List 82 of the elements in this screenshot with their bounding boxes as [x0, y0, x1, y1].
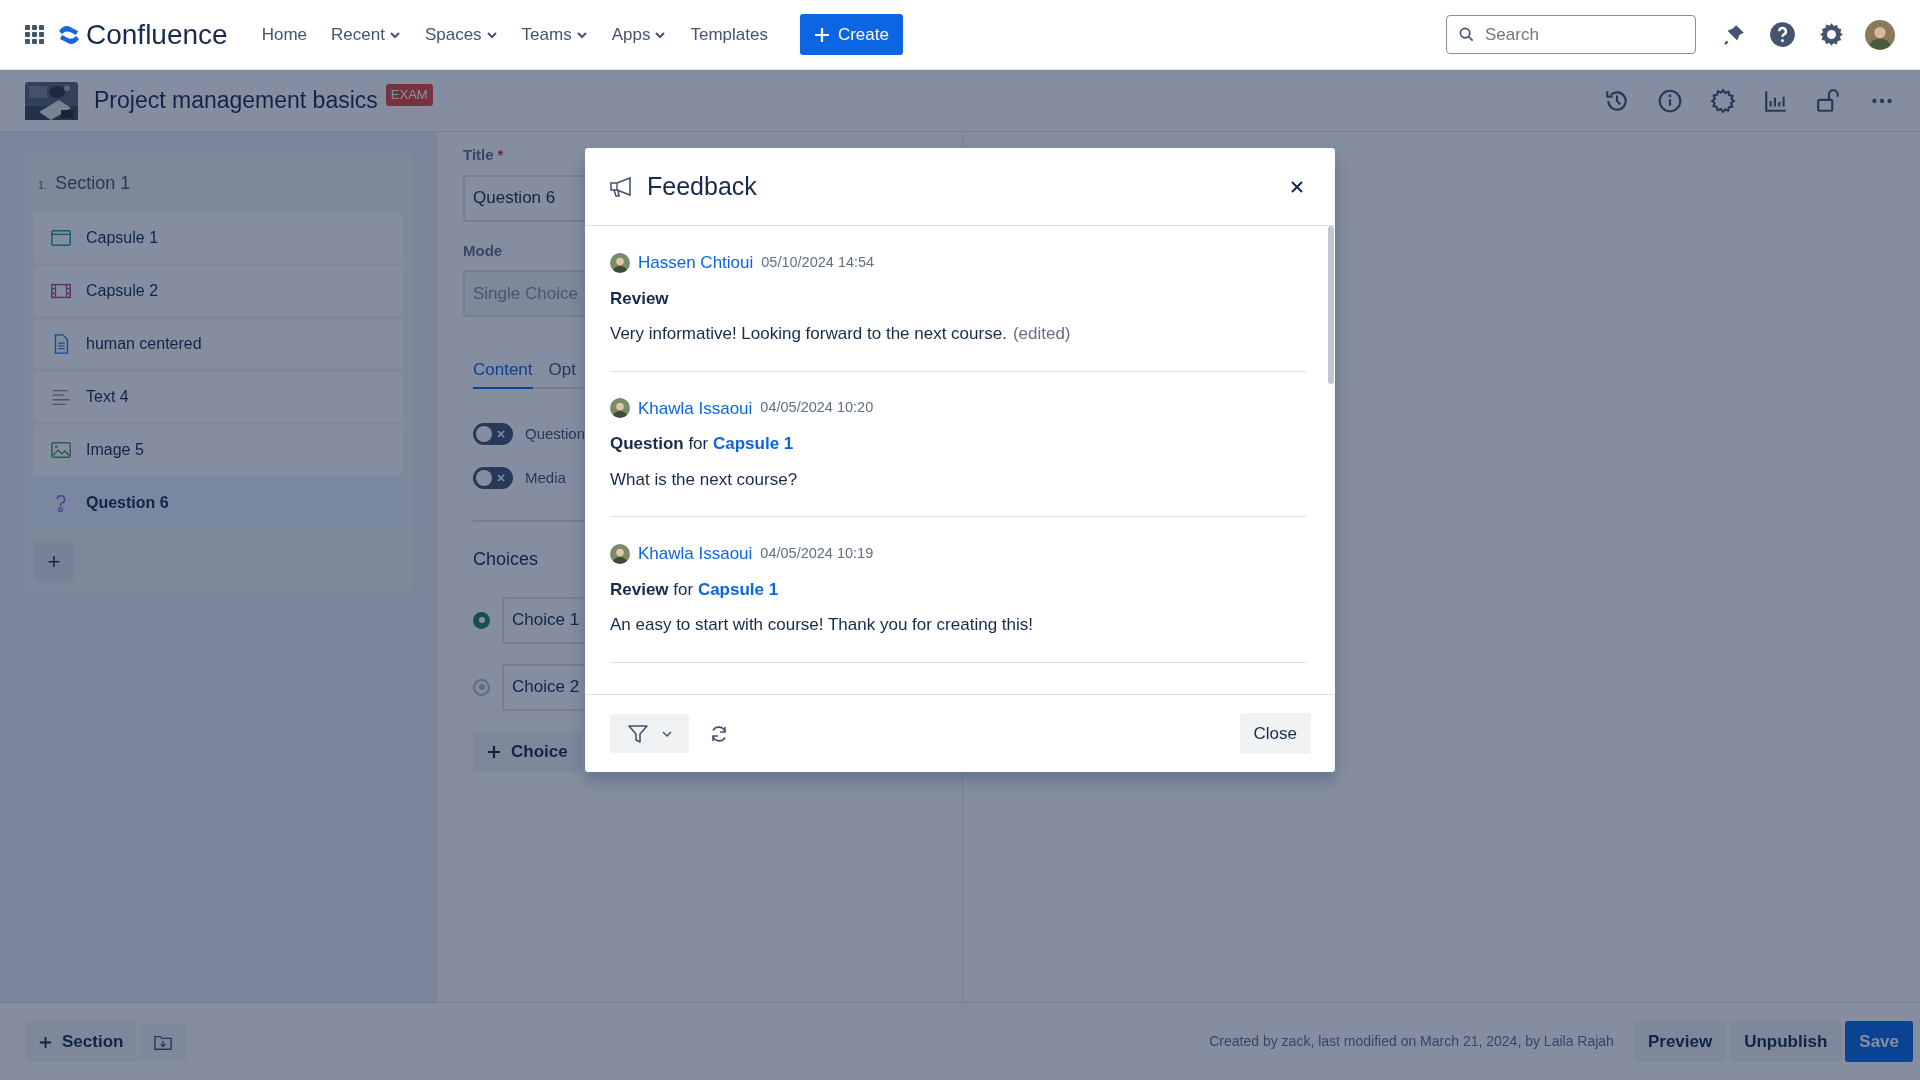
dialog-title: Feedback	[647, 170, 757, 202]
add-item-button[interactable]: +	[34, 541, 74, 581]
filter-button[interactable]	[610, 714, 689, 753]
user-link[interactable]: Laila Rajah	[1543, 1033, 1614, 1049]
field-label: Mode	[463, 240, 503, 261]
section-title: Section 1	[55, 172, 131, 195]
field-label: Title	[463, 146, 494, 163]
author-link[interactable]: Khawla Issaoui	[638, 395, 753, 421]
plus-icon	[39, 1035, 52, 1049]
toggle-label: Media	[525, 468, 566, 488]
required-mark: *	[497, 146, 504, 163]
sidebar-item[interactable]: human centered	[34, 319, 403, 369]
app-switcher-icon[interactable]	[25, 25, 44, 44]
add-choice-button[interactable]: Choice	[473, 730, 582, 772]
nav-menu-item[interactable]: Recent	[319, 15, 413, 54]
edited-label: (edited)	[1012, 324, 1071, 343]
tab[interactable]: Opt	[548, 353, 576, 389]
nav-menu-item[interactable]: Templates	[678, 15, 780, 54]
feedback-text: Very informative! Looking forward to the next course.	[610, 324, 1007, 343]
folder-icon	[153, 1033, 174, 1052]
feedback-text: What is the next course?	[610, 469, 798, 489]
settings-icon[interactable]	[1818, 21, 1845, 48]
save-button[interactable]: Save	[1845, 1020, 1913, 1063]
action-button[interactable]: Unpublish	[1730, 1020, 1842, 1063]
user-avatar	[610, 398, 630, 419]
radio-button[interactable]	[473, 611, 490, 629]
plus-icon	[487, 745, 501, 759]
help-icon[interactable]	[1769, 21, 1796, 48]
unlock-icon[interactable]	[1816, 87, 1842, 114]
info-icon[interactable]	[1657, 87, 1683, 114]
nav-menu-item[interactable]: Home	[249, 15, 319, 54]
feedback-text: An easy to start with course! Thank you for creating this!	[610, 615, 1033, 634]
feedback-type: Review	[610, 287, 670, 310]
feedback-type: Review for Capsule 1	[610, 578, 780, 601]
cross-icon	[497, 429, 505, 438]
sidebar-item[interactable]: Capsule 2	[34, 266, 403, 316]
nav-menu-item[interactable]: Apps	[599, 15, 679, 54]
user-avatar	[610, 543, 630, 564]
capsule-link[interactable]: Capsule 1	[712, 434, 794, 453]
timestamp: 05/10/2024 14:54	[761, 252, 875, 272]
logo-icon	[58, 24, 80, 45]
author-link[interactable]: Hassen Chtioui	[638, 250, 754, 276]
cross-icon	[497, 474, 505, 483]
scrollbar[interactable]	[1328, 226, 1334, 384]
user-avatar	[610, 252, 630, 273]
filter-icon	[626, 722, 649, 745]
add-folder-button[interactable]	[139, 1022, 188, 1061]
tab[interactable]: Content	[473, 353, 533, 389]
nav-menu-item[interactable]: Spaces	[412, 15, 510, 54]
sidebar-item[interactable]: Question 6	[34, 478, 403, 528]
timestamp: 04/05/2024 10:20	[760, 398, 874, 418]
plus-icon	[813, 26, 830, 43]
toggle-label: Question	[525, 423, 586, 444]
exam-badge: EXAM	[385, 84, 433, 106]
author-link[interactable]: Khawla Issaoui	[638, 541, 753, 567]
sidebar-item[interactable]: Image 5	[34, 425, 403, 475]
settings-icon[interactable]	[1710, 87, 1736, 114]
toggle-switch[interactable]	[473, 467, 513, 490]
capsule-link[interactable]: Capsule 1	[697, 579, 779, 599]
sidebar-item[interactable]: Capsule 1	[34, 213, 403, 263]
close-icon	[1291, 180, 1303, 193]
close-button[interactable]: Close	[1239, 712, 1311, 755]
action-button[interactable]: Preview	[1633, 1020, 1727, 1063]
section-heading: Choices	[473, 547, 539, 571]
refresh-icon	[709, 723, 729, 744]
sidebar-item[interactable]: Text 4	[34, 372, 403, 422]
section-number: 1.	[38, 178, 48, 193]
create-button[interactable]: Create	[799, 13, 903, 56]
radio-button[interactable]	[473, 678, 490, 696]
search-field[interactable]: Search	[1446, 15, 1696, 54]
toggle-switch[interactable]	[473, 422, 513, 445]
modified-info: Created by zack, last modified on March 21, 2024, by Laila Rajah	[1209, 1032, 1614, 1051]
timestamp: 04/05/2024 10:19	[760, 543, 874, 563]
add-section-button[interactable]: Section	[25, 1020, 138, 1063]
product-name: Confluence	[86, 17, 228, 52]
feedback-type: Question for Capsule 1	[610, 433, 795, 455]
nav-menu-item[interactable]: Teams	[509, 15, 600, 54]
search-icon	[1459, 27, 1474, 42]
user-avatar[interactable]	[1865, 19, 1895, 50]
window-icon	[50, 227, 72, 249]
image-icon	[50, 439, 72, 461]
page-title: Project management basics	[94, 86, 378, 116]
